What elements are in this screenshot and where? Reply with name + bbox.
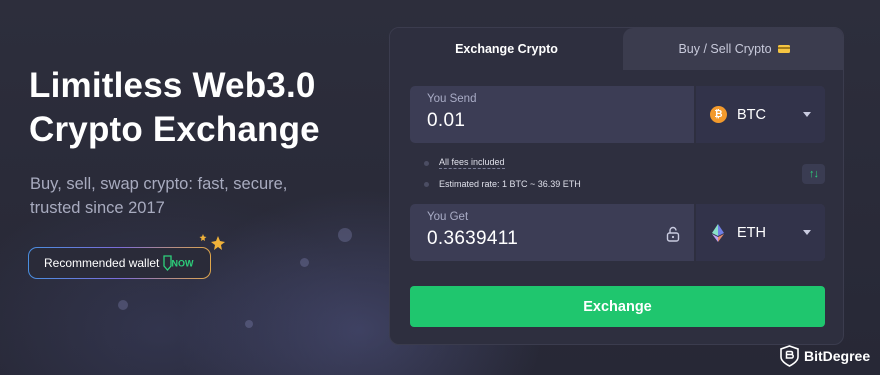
swap-arrows-icon: ↑↓	[809, 168, 819, 180]
decor-dot	[118, 300, 128, 310]
bitdegree-logo-icon	[780, 345, 799, 367]
fees-info: All fees included	[424, 157, 505, 169]
rate-info-text: Estimated rate: 1 BTC ~ 36.39 ETH	[439, 179, 581, 189]
unlock-icon[interactable]	[666, 226, 680, 242]
get-currency-label: ETH	[737, 224, 766, 241]
recommended-wallet-label: Recommended wallet	[44, 256, 160, 270]
bitdegree-watermark: BitDegree	[780, 345, 870, 367]
send-amount-input[interactable]: 0.01	[427, 110, 465, 132]
tab-buy-sell-crypto[interactable]: Buy / Sell Crypto	[623, 28, 843, 70]
now-wallet-logo: NOW	[163, 255, 195, 271]
chevron-down-icon	[803, 112, 811, 117]
eth-coin-icon	[712, 223, 724, 242]
get-label: You Get	[427, 211, 469, 223]
sparkle-stars-icon	[199, 234, 225, 250]
fees-info-text[interactable]: All fees included	[439, 157, 505, 169]
get-amount-output: 0.3639411	[427, 228, 519, 249]
decor-dot	[338, 228, 352, 242]
send-field[interactable]: You Send 0.01 ₿ BTC	[410, 86, 825, 143]
hero-subtitle: Buy, sell, swap crypto: fast, secure, tr…	[30, 172, 320, 220]
now-badge-text: NOW	[172, 259, 195, 269]
exchange-button[interactable]: Exchange	[410, 286, 825, 327]
credit-card-icon	[777, 45, 790, 53]
exchange-widget: Exchange Crypto Buy / Sell Crypto You Se…	[389, 27, 844, 345]
hero-subtitle-line2: trusted since 2017	[30, 199, 165, 217]
timeline-dot	[424, 181, 429, 187]
exchange-button-label: Exchange	[583, 298, 652, 315]
hero-title: Limitless Web3.0 Crypto Exchange	[29, 64, 369, 152]
send-currency-select[interactable]: ₿ BTC	[694, 86, 825, 143]
swap-direction-button[interactable]: ↑↓	[802, 164, 825, 184]
chevron-down-icon	[803, 230, 811, 235]
decor-dot	[300, 258, 309, 267]
tab-exchange-crypto[interactable]: Exchange Crypto	[390, 28, 623, 70]
hero-title-line1: Limitless Web3.0	[29, 66, 316, 105]
send-label: You Send	[427, 93, 477, 105]
hero-title-line2: Crypto Exchange	[29, 110, 320, 149]
tab-exchange-crypto-label: Exchange Crypto	[455, 42, 558, 56]
bitdegree-label: BitDegree	[804, 348, 871, 364]
rate-info: Estimated rate: 1 BTC ~ 36.39 ETH	[424, 179, 581, 189]
tab-buy-sell-crypto-label: Buy / Sell Crypto	[678, 42, 772, 56]
timeline-dot	[424, 160, 429, 166]
get-field[interactable]: You Get 0.3639411 ETH	[410, 204, 825, 261]
decor-dot	[245, 320, 253, 328]
get-currency-select[interactable]: ETH	[694, 204, 825, 261]
send-currency-label: BTC	[737, 106, 766, 123]
btc-coin-icon: ₿	[710, 106, 727, 123]
hero-subtitle-line1: Buy, sell, swap crypto: fast, secure,	[30, 175, 288, 193]
